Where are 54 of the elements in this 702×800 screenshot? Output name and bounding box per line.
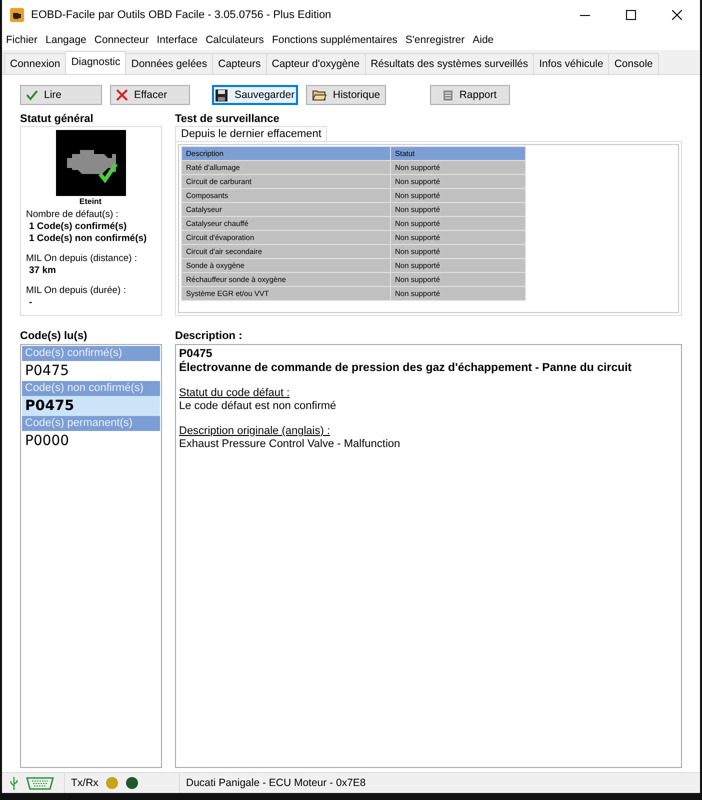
code-list-item[interactable]: P0475: [22, 396, 160, 416]
document-icon: [443, 90, 454, 100]
close-icon: [672, 10, 682, 20]
cross-icon: [116, 89, 128, 101]
list-group-header: Code(s) permanent(s): [22, 416, 160, 431]
status-text: MIL On depuis (distance) :: [26, 253, 138, 265]
maximize-icon: [626, 10, 636, 20]
app-logo-icon: [10, 8, 24, 22]
section-label: Description originale (anglais) :: [179, 425, 330, 438]
status-label: Eteint: [79, 197, 102, 206]
status-text: MIL On depuis (durée) :: [26, 285, 127, 297]
section-label: Statut du code défaut :: [179, 387, 290, 400]
tab[interactable]: Console: [608, 53, 659, 74]
obd-connector-icon: [26, 776, 54, 790]
tab[interactable]: Depuis le dernier effacement: [175, 126, 328, 141]
check-icon: [26, 89, 38, 101]
code-list-item[interactable]: P0000: [22, 431, 160, 451]
status-text: 1 Code(s) non confirmé(s): [29, 233, 148, 245]
tab[interactable]: Diagnostic: [65, 51, 126, 74]
menu-item[interactable]: Fichier: [2, 34, 42, 46]
toolbar-button[interactable]: Effacer: [110, 85, 190, 105]
menu-item[interactable]: Calculateurs: [202, 34, 268, 46]
toolbar-button[interactable]: Rapport: [430, 85, 510, 105]
usb-icon: [10, 776, 18, 790]
status-text: 37 km: [29, 265, 57, 277]
fault-title: Électrovanne de commande de pression des gaz d'échappement - Panne du circuit: [179, 361, 632, 375]
menu-item[interactable]: Aide: [468, 34, 498, 46]
menu-item[interactable]: Fonctions supplémentaires: [268, 34, 402, 46]
status-text: 1 Code(s) confirmé(s): [29, 221, 128, 233]
tab[interactable]: Connexion: [4, 53, 66, 74]
menu-item[interactable]: Interface: [152, 34, 202, 46]
toolbar-button[interactable]: Historique: [306, 85, 386, 105]
menu-item[interactable]: S'enregistrer: [401, 34, 469, 46]
menu-item[interactable]: Langage: [42, 34, 90, 46]
list-group-header: Code(s) confirmé(s): [22, 346, 160, 361]
section-heading: Code(s) lu(s): [20, 330, 88, 344]
section-text: Exhaust Pressure Control Valve - Malfunction: [179, 438, 400, 451]
toolbar-button[interactable]: Lire: [20, 85, 102, 105]
list-group-header: Code(s) non confirmé(s): [22, 381, 160, 396]
engine-warning-icon: [56, 130, 126, 196]
traffic-label: Tx/Rx: [71, 777, 98, 789]
window-title: EOBD-Facile par Outils OBD Facile - 3.05.0756 - Plus Edition: [31, 9, 332, 21]
vehicle-info: Ducati Panigale - ECU Moteur - 0x7E8: [186, 777, 366, 789]
section-heading: Description :: [175, 330, 244, 344]
status-text: -: [29, 297, 34, 309]
menu-item[interactable]: Connecteur: [90, 34, 153, 46]
folder-icon: [312, 89, 327, 101]
status-text: Nombre de défaut(s) :: [26, 209, 120, 221]
section-text: Le code défaut est non confirmé: [179, 400, 336, 413]
code-list-item[interactable]: P0475: [22, 361, 160, 381]
toolbar-button[interactable]: Sauvegarder: [212, 85, 298, 105]
fault-code: P0475: [179, 347, 212, 360]
section-heading: Test de surveillance: [175, 113, 280, 126]
section-heading: Statut général: [20, 113, 94, 126]
